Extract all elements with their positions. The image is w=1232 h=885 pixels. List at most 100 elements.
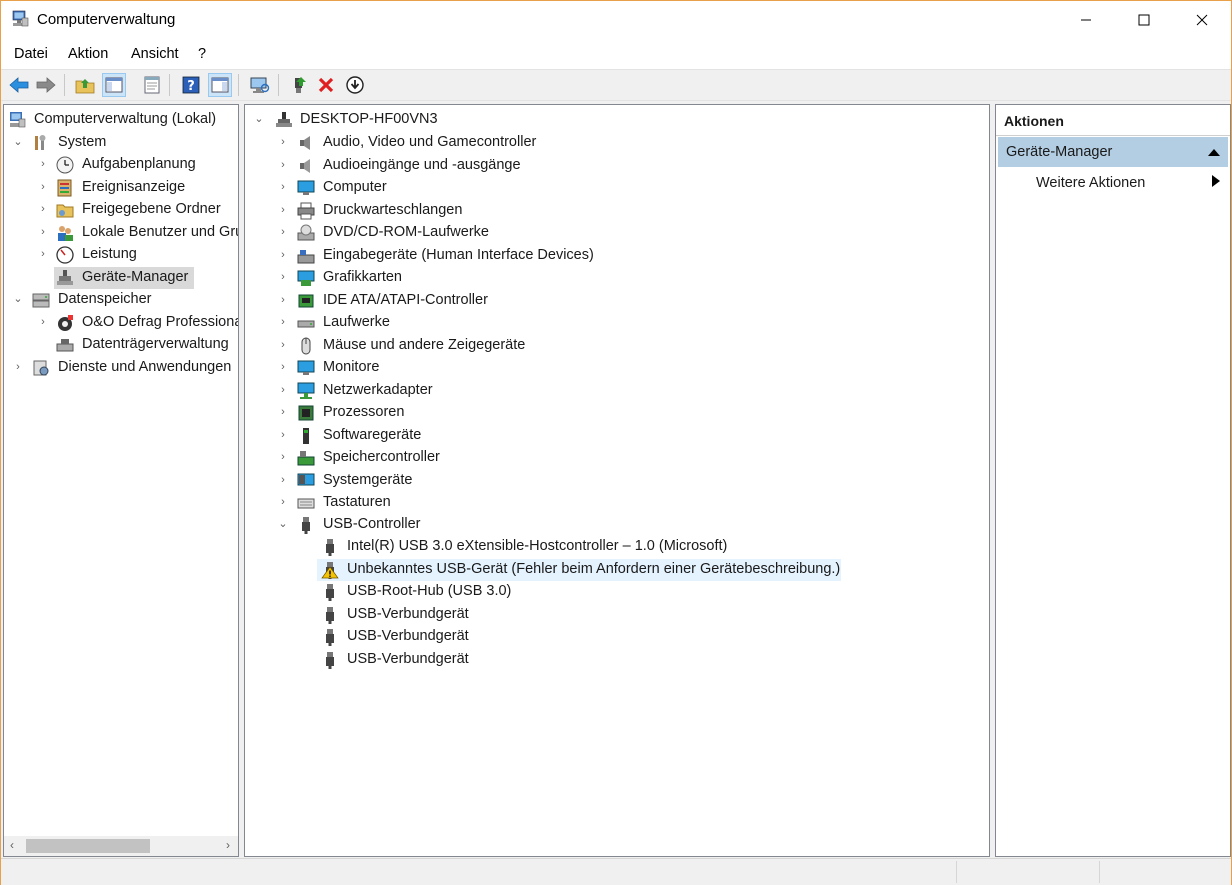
back-button[interactable] — [7, 73, 31, 97]
expand-chevron-icon[interactable]: › — [277, 316, 289, 328]
expand-chevron-icon[interactable]: › — [37, 203, 49, 215]
scroll-left-icon[interactable]: ‹ — [10, 838, 14, 852]
expand-chevron-icon[interactable]: › — [37, 181, 49, 193]
tree-item-datenspeicher[interactable]: ⌄ Datenspeicher — [4, 289, 238, 311]
expand-chevron-icon[interactable]: › — [277, 181, 289, 193]
expand-chevron-icon[interactable]: › — [277, 136, 289, 148]
device-tree-root[interactable]: ⌄ DESKTOP-HF00VN3 — [245, 109, 945, 131]
usb-device-item[interactable]: USB-Verbundgerät — [317, 649, 767, 671]
collapse-up-arrow-icon[interactable] — [1208, 148, 1220, 156]
expand-chevron-icon[interactable]: › — [277, 249, 289, 261]
forward-button[interactable] — [34, 73, 58, 97]
device-category-item[interactable]: › Tastaturen — [245, 492, 945, 514]
expand-chevron-icon[interactable]: › — [37, 226, 49, 238]
category-label: USB-Controller — [323, 516, 421, 532]
scrollbar-thumb[interactable] — [26, 839, 150, 853]
category-label: Grafikkarten — [323, 269, 402, 285]
menu-ansicht[interactable]: Ansicht — [131, 46, 179, 62]
collapse-chevron-icon[interactable]: ⌄ — [253, 113, 265, 125]
usb-device-item-warning[interactable]: Unbekanntes USB-Gerät (Fehler beim Anfor… — [317, 558, 841, 581]
tree-item-system[interactable]: ⌄ System — [4, 132, 238, 154]
device-category-item[interactable]: › Laufwerke — [245, 312, 945, 334]
usb-icon — [326, 651, 334, 669]
tree-item-dienste[interactable]: › Dienste und Anwendungen — [4, 357, 238, 379]
minimize-button[interactable] — [1057, 1, 1115, 39]
tree-label: Freigegebene Ordner — [82, 201, 221, 217]
menu-datei[interactable]: Datei — [14, 46, 48, 62]
device-category-item[interactable]: › IDE ATA/ATAPI-Controller — [245, 290, 945, 312]
update-driver-button[interactable] — [343, 73, 367, 97]
menu-aktion[interactable]: Aktion — [68, 46, 108, 62]
expand-chevron-icon[interactable]: › — [277, 339, 289, 351]
tree-label: Datenträgerverwaltung — [82, 336, 229, 352]
device-category-item[interactable]: › Audio, Video und Gamecontroller — [245, 132, 945, 154]
maximize-button[interactable] — [1115, 1, 1173, 39]
device-category-item[interactable]: › Prozessoren — [245, 402, 945, 424]
tree-item-ereignisanzeige[interactable]: › Ereignisanzeige — [4, 177, 238, 199]
device-category-item[interactable]: › Audioeingänge und -ausgänge — [245, 155, 945, 177]
expand-chevron-icon[interactable]: › — [277, 294, 289, 306]
expand-chevron-icon[interactable]: › — [277, 406, 289, 418]
expand-chevron-icon[interactable]: › — [277, 496, 289, 508]
expand-chevron-icon[interactable]: › — [277, 204, 289, 216]
tree-label: Lokale Benutzer und Gru — [82, 224, 239, 240]
tree-item-aufgabenplanung[interactable]: › Aufgabenplanung — [4, 154, 238, 176]
usb-device-item[interactable]: USB-Verbundgerät — [317, 626, 767, 648]
tree-item-lokale-benutzer[interactable]: › Lokale Benutzer und Gru — [4, 222, 238, 244]
device-category-item[interactable]: › Speichercontroller — [245, 447, 945, 469]
expand-chevron-icon[interactable]: › — [37, 316, 49, 328]
collapse-chevron-icon[interactable]: ⌄ — [277, 518, 289, 530]
enable-device-button[interactable] — [287, 73, 311, 97]
device-category-usb[interactable]: ⌄ USB-Controller — [245, 514, 945, 536]
help-button[interactable]: ? — [179, 73, 203, 97]
device-category-item[interactable]: › Druckwarteschlangen — [245, 200, 945, 222]
usb-device-item[interactable]: USB-Verbundgerät — [317, 604, 767, 626]
actions-section-geraete-manager[interactable]: Geräte-Manager — [998, 137, 1228, 167]
expand-chevron-icon[interactable]: › — [277, 451, 289, 463]
device-category-item[interactable]: › Eingabegeräte (Human Interface Devices) — [245, 245, 945, 267]
collapse-chevron-icon[interactable]: ⌄ — [12, 136, 24, 148]
up-level-button[interactable] — [73, 73, 97, 97]
expand-chevron-icon[interactable]: › — [277, 159, 289, 171]
device-category-item[interactable]: › Mäuse und andere Zeigegeräte — [245, 335, 945, 357]
device-category-item[interactable]: › Systemgeräte — [245, 470, 945, 492]
device-category-item[interactable]: › Grafikkarten — [245, 267, 945, 289]
show-action-pane-button[interactable] — [208, 73, 232, 97]
properties-button[interactable] — [140, 73, 164, 97]
close-button[interactable] — [1173, 1, 1231, 39]
device-category-item[interactable]: › DVD/CD-ROM-Laufwerke — [245, 222, 945, 244]
device-manager-icon — [57, 270, 73, 285]
device-category-item[interactable]: › Computer — [245, 177, 945, 199]
device-category-item[interactable]: › Softwaregeräte — [245, 425, 945, 447]
uninstall-device-button[interactable] — [314, 73, 338, 97]
category-label: Speichercontroller — [323, 449, 440, 465]
keyboard-icon — [297, 498, 315, 509]
tree-item-oo-defrag[interactable]: › O&O Defrag Professiona — [4, 312, 238, 334]
expand-chevron-icon[interactable]: › — [277, 384, 289, 396]
horizontal-scrollbar[interactable]: ‹ › — [4, 836, 238, 856]
expand-chevron-icon[interactable]: › — [277, 429, 289, 441]
expand-chevron-icon[interactable]: › — [37, 158, 49, 170]
menu-help[interactable]: ? — [198, 46, 206, 62]
usb-device-item[interactable]: Intel(R) USB 3.0 eXtensible-Hostcontroll… — [317, 536, 767, 558]
expand-chevron-icon[interactable]: › — [37, 248, 49, 260]
collapse-chevron-icon[interactable]: ⌄ — [12, 293, 24, 305]
tree-item-leistung[interactable]: › Leistung — [4, 244, 238, 266]
more-actions-item[interactable]: Weitere Aktionen — [1036, 175, 1145, 191]
tree-item-geraete-manager[interactable]: Geräte-Manager — [54, 267, 194, 289]
usb-device-item[interactable]: USB-Root-Hub (USB 3.0) — [317, 581, 767, 603]
expand-chevron-icon[interactable]: › — [277, 271, 289, 283]
tree-item-datentraeger[interactable]: Datenträgerverwaltung — [4, 334, 238, 356]
expand-chevron-icon[interactable]: › — [277, 361, 289, 373]
expand-chevron-icon[interactable]: › — [277, 474, 289, 486]
scan-hardware-button[interactable] — [248, 73, 272, 97]
tree-item-freigegebene-ordner[interactable]: › Freigegebene Ordner — [4, 199, 238, 221]
show-console-tree-button[interactable] — [102, 73, 126, 97]
scroll-right-icon[interactable]: › — [226, 838, 230, 852]
tree-item-root[interactable]: Computerverwaltung (Lokal) — [4, 109, 238, 131]
expand-chevron-icon[interactable]: › — [12, 361, 24, 373]
scan-hardware-icon — [250, 77, 270, 93]
device-category-item[interactable]: › Netzwerkadapter — [245, 380, 945, 402]
device-category-item[interactable]: › Monitore — [245, 357, 945, 379]
expand-chevron-icon[interactable]: › — [277, 226, 289, 238]
